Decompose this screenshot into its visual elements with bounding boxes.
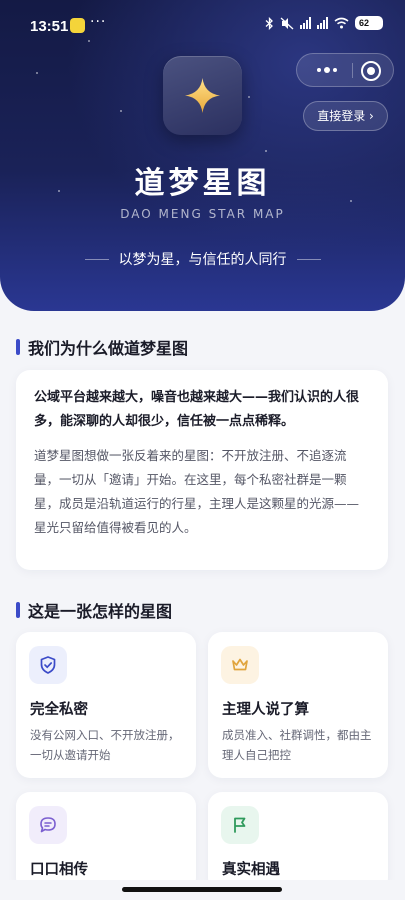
chat-bubble-icon bbox=[40, 817, 56, 833]
direct-login-button[interactable]: 直接登录 › bbox=[303, 101, 388, 131]
feature-icon-box bbox=[221, 806, 259, 844]
dot-icon bbox=[317, 68, 321, 72]
shield-check-icon bbox=[40, 656, 56, 674]
signal-5g-icon bbox=[300, 17, 311, 29]
why-lead-text: 公域平台越来越大，噪音也越来越大——我们认识的人很多，能深聊的人却很少，信任被一… bbox=[34, 390, 360, 429]
battery-icon: 62 bbox=[355, 16, 383, 30]
section-accent-bar bbox=[16, 339, 20, 355]
status-time: 13:51 bbox=[30, 18, 69, 35]
feature-desc: 没有公网入口、不开放注册，一切从邀请开始 bbox=[30, 728, 180, 762]
star-dot bbox=[265, 150, 267, 152]
feature-card-word-of-mouth[interactable]: 口口相传 bbox=[16, 792, 196, 892]
status-icons: 62 bbox=[265, 16, 383, 30]
star-dot bbox=[36, 72, 38, 74]
hero-header: 13:51 ··· 62 直接登录 › 道梦星图 DAO MENG STAR M… bbox=[0, 0, 405, 311]
section-title: 我们为什么做道梦星图 bbox=[28, 339, 189, 358]
feature-desc: 成员准入、社群调性，都由主理人自己把控 bbox=[222, 728, 372, 762]
sparkle-icon bbox=[185, 78, 220, 113]
dot-icon bbox=[324, 67, 330, 73]
section-accent-bar bbox=[16, 602, 20, 618]
feature-icon-box bbox=[29, 806, 67, 844]
more-options-button[interactable] bbox=[307, 54, 347, 86]
app-subtitle: DAO MENG STAR MAP bbox=[120, 207, 285, 221]
feature-title: 完全私密 bbox=[30, 702, 88, 718]
feature-card-host-decides[interactable]: 主理人说了算 成员准入、社群调性，都由主理人自己把控 bbox=[208, 632, 388, 778]
app-title: 道梦星图 bbox=[134, 166, 271, 201]
app-logo bbox=[163, 56, 242, 135]
capsule-divider bbox=[352, 63, 353, 78]
status-bar: 13:51 ··· 62 bbox=[0, 0, 405, 50]
mute-icon bbox=[280, 17, 294, 29]
what-section-header: 这是一张怎样的星图 bbox=[16, 598, 172, 622]
feature-icon-box bbox=[29, 646, 67, 684]
status-more-indicator: ··· bbox=[90, 14, 107, 30]
feature-card-private[interactable]: 完全私密 没有公网入口、不开放注册，一切从邀请开始 bbox=[16, 632, 196, 778]
feature-title: 主理人说了算 bbox=[222, 702, 309, 718]
why-body-text: 道梦星图想做一张反着来的星图：不开放注册、不追逐流量，一切从「邀请」开始。在这里… bbox=[34, 448, 360, 535]
tagline-row: 以梦为星，与信任的人同行 bbox=[0, 249, 405, 269]
feature-title: 真实相遇 bbox=[222, 862, 280, 878]
feature-icon-box bbox=[221, 646, 259, 684]
feature-title: 口口相传 bbox=[30, 862, 88, 878]
mini-program-capsule bbox=[296, 53, 394, 87]
home-indicator[interactable] bbox=[122, 887, 282, 892]
why-section-header: 我们为什么做道梦星图 bbox=[16, 335, 188, 359]
flag-icon bbox=[234, 817, 246, 833]
feature-card-real-meet[interactable]: 真实相遇 bbox=[208, 792, 388, 892]
dot-icon bbox=[333, 68, 337, 72]
app-notification-icon bbox=[70, 18, 85, 33]
section-title: 这是一张怎样的星图 bbox=[28, 602, 173, 621]
divider-line bbox=[84, 258, 109, 260]
star-dot bbox=[120, 110, 122, 112]
wifi-icon bbox=[334, 17, 349, 29]
star-dot bbox=[248, 96, 250, 98]
close-miniprogram-icon[interactable] bbox=[361, 61, 381, 81]
tagline: 以梦为星，与信任的人同行 bbox=[118, 252, 287, 268]
signal-5g-icon bbox=[317, 17, 328, 29]
divider-line bbox=[296, 258, 321, 260]
bluetooth-icon bbox=[265, 16, 273, 30]
crown-icon bbox=[232, 658, 248, 671]
why-card: 公域平台越来越大，噪音也越来越大——我们认识的人很多，能深聊的人却很少，信任被一… bbox=[16, 370, 388, 570]
